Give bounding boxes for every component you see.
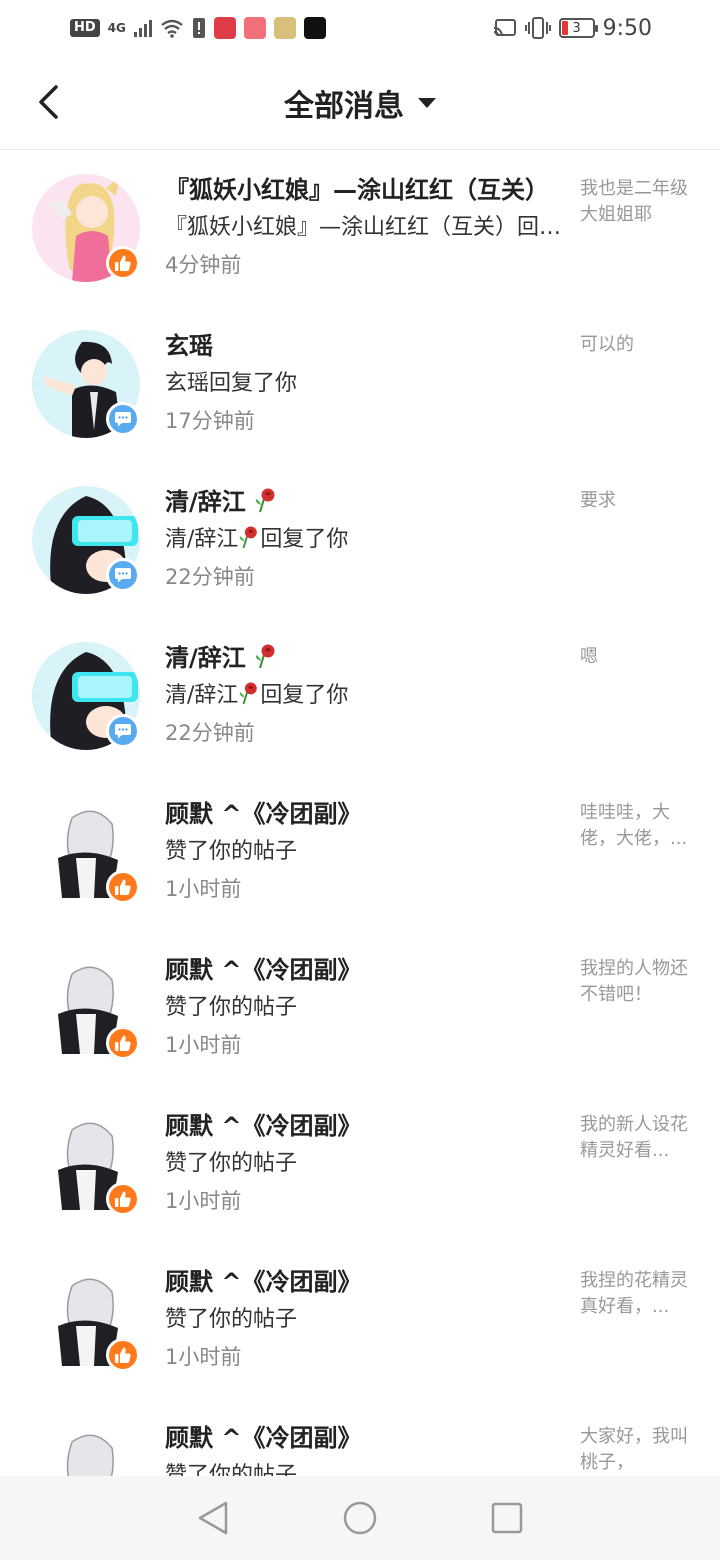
nav-back-button[interactable] (189, 1494, 237, 1542)
message-description: 清/辞江 回复了你 (165, 524, 565, 556)
comment-badge (106, 558, 140, 592)
rose-icon (240, 526, 258, 549)
message-item[interactable]: 顾默 ^《冷团副》 赞了你的帖子 1小时前 我捏的花精灵真好看，... (0, 1242, 720, 1398)
message-time: 1小时前 (165, 1189, 242, 1213)
rose-icon (255, 488, 275, 513)
message-description: 赞了你的帖子 (165, 1307, 298, 1332)
page-title: 全部消息 (284, 88, 404, 124)
message-description: 赞了你的帖子 (165, 839, 298, 864)
description-name: 清/辞江 (165, 527, 239, 552)
sender-name[interactable]: 顾默 ^《冷团副》 (165, 796, 555, 832)
message-time: 1小时前 (165, 1345, 242, 1369)
back-arrow-icon (39, 85, 58, 119)
network-type: 4G (107, 21, 126, 35)
thumbs-up-icon (115, 255, 131, 271)
message-item[interactable]: 玄瑶 玄瑶回复了你 17分钟前 可以的 (0, 306, 720, 462)
clock: 9:50 (602, 15, 652, 41)
nav-home-button[interactable] (336, 1494, 384, 1542)
back-button[interactable] (26, 78, 70, 126)
comment-icon (115, 412, 131, 427)
message-preview: 哇哇哇，大佬，大佬，... (580, 802, 688, 849)
message-item[interactable]: 顾默 ^《冷团副》 赞了你的帖子 1小时前 我的新人设花精灵好看... (0, 1086, 720, 1242)
message-item[interactable]: 清/辞江 清/辞江 回复了你 22分钟前 要求 (0, 462, 720, 618)
sender-name[interactable]: 顾默 ^《冷团副》 (165, 1264, 555, 1300)
sender-name-text: 清/辞江 (165, 644, 246, 672)
header: 全部消息 (0, 56, 720, 150)
message-preview: 我捏的人物还不错吧！ (580, 958, 688, 1005)
like-badge (106, 1026, 140, 1060)
message-preview: 大家好，我叫桃子， (580, 1426, 688, 1473)
comment-badge (106, 402, 140, 436)
message-description: 赞了你的帖子 (165, 995, 298, 1020)
wifi-icon (161, 19, 183, 38)
alert-icon (192, 18, 205, 38)
message-preview: 我捏的花精灵真好看，... (580, 1270, 688, 1317)
message-time: 1小时前 (165, 1033, 242, 1057)
message-time: 4分钟前 (165, 253, 242, 277)
comment-badge (106, 714, 140, 748)
comment-icon (115, 724, 131, 739)
rose-icon (240, 682, 258, 705)
title-dropdown[interactable]: 全部消息 (284, 81, 436, 125)
navigation-bar (0, 1476, 720, 1560)
description-action: 回复了你 (260, 527, 349, 552)
message-description: 『狐妖小红娘』—涂山红红（互关）回复了你 (165, 215, 565, 240)
thumbs-up-icon (115, 879, 131, 895)
message-item[interactable]: 『狐妖小红娘』—涂山红红（互关） 『狐妖小红娘』—涂山红红（互关）回复了你 4分… (0, 150, 720, 306)
rose-icon (255, 644, 275, 669)
caret-down-icon (418, 97, 436, 108)
message-description: 玄瑶回复了你 (165, 371, 298, 396)
sender-name[interactable]: 顾默 ^《冷团副》 (165, 1108, 555, 1144)
sender-name-text: 清/辞江 (165, 488, 246, 516)
sender-name[interactable]: 顾默 ^《冷团副》 (165, 1420, 555, 1456)
message-time: 1小时前 (165, 877, 242, 901)
thumbs-up-icon (115, 1191, 131, 1207)
message-preview: 可以的 (580, 334, 634, 355)
message-time: 17分钟前 (165, 409, 255, 433)
hd-indicator: HD (70, 19, 100, 37)
circle-home-icon (343, 1501, 377, 1535)
comment-icon (115, 568, 131, 583)
vibrate-icon (524, 17, 551, 39)
sender-name[interactable]: 清/辞江 (165, 484, 555, 520)
triangle-back-icon (199, 1501, 228, 1535)
status-bar-left: HD 4G (70, 17, 326, 39)
game-app-icon (273, 17, 296, 39)
status-bar-right: 3 9:50 (493, 16, 652, 41)
tiktok-icon (303, 17, 326, 39)
sender-name[interactable]: 清/辞江 (165, 640, 555, 676)
message-description: 清/辞江 回复了你 (165, 680, 565, 712)
video-app-icon (243, 17, 266, 39)
battery-level: 3 (572, 20, 581, 36)
message-preview: 我也是二年级大姐姐耶 (580, 178, 688, 225)
like-badge (106, 1338, 140, 1372)
message-preview: 要求 (580, 490, 616, 511)
nav-recents-button[interactable] (483, 1494, 531, 1542)
thumbs-up-icon (115, 1347, 131, 1363)
battery-icon: 3 (558, 18, 598, 38)
book-app-icon (213, 17, 236, 39)
sender-name[interactable]: 玄瑶 (165, 328, 555, 364)
cast-icon (493, 19, 516, 37)
signal-icon (133, 19, 152, 37)
like-badge (106, 870, 140, 904)
message-list: 『狐妖小红娘』—涂山红红（互关） 『狐妖小红娘』—涂山红红（互关）回复了你 4分… (0, 150, 720, 1554)
like-badge (106, 246, 140, 280)
message-description: 赞了你的帖子 (165, 1151, 298, 1176)
description-action: 回复了你 (260, 683, 349, 708)
message-item[interactable]: 顾默 ^《冷团副》 赞了你的帖子 1小时前 哇哇哇，大佬，大佬，... (0, 774, 720, 930)
message-item[interactable]: 顾默 ^《冷团副》 赞了你的帖子 1小时前 我捏的人物还不错吧！ (0, 930, 720, 1086)
message-item[interactable]: 清/辞江 清/辞江 回复了你 22分钟前 嗯 (0, 618, 720, 774)
message-time: 22分钟前 (165, 721, 255, 745)
message-preview: 嗯 (580, 646, 598, 667)
status-bar: HD 4G 3 9:50 (0, 0, 720, 56)
square-recents-icon (491, 1502, 522, 1534)
description-name: 清/辞江 (165, 683, 239, 708)
sender-name[interactable]: 顾默 ^《冷团副》 (165, 952, 555, 988)
message-preview: 我的新人设花精灵好看... (580, 1114, 688, 1161)
sender-name[interactable]: 『狐妖小红娘』—涂山红红（互关） (165, 172, 555, 208)
thumbs-up-icon (115, 1035, 131, 1051)
like-badge (106, 1182, 140, 1216)
message-time: 22分钟前 (165, 565, 255, 589)
